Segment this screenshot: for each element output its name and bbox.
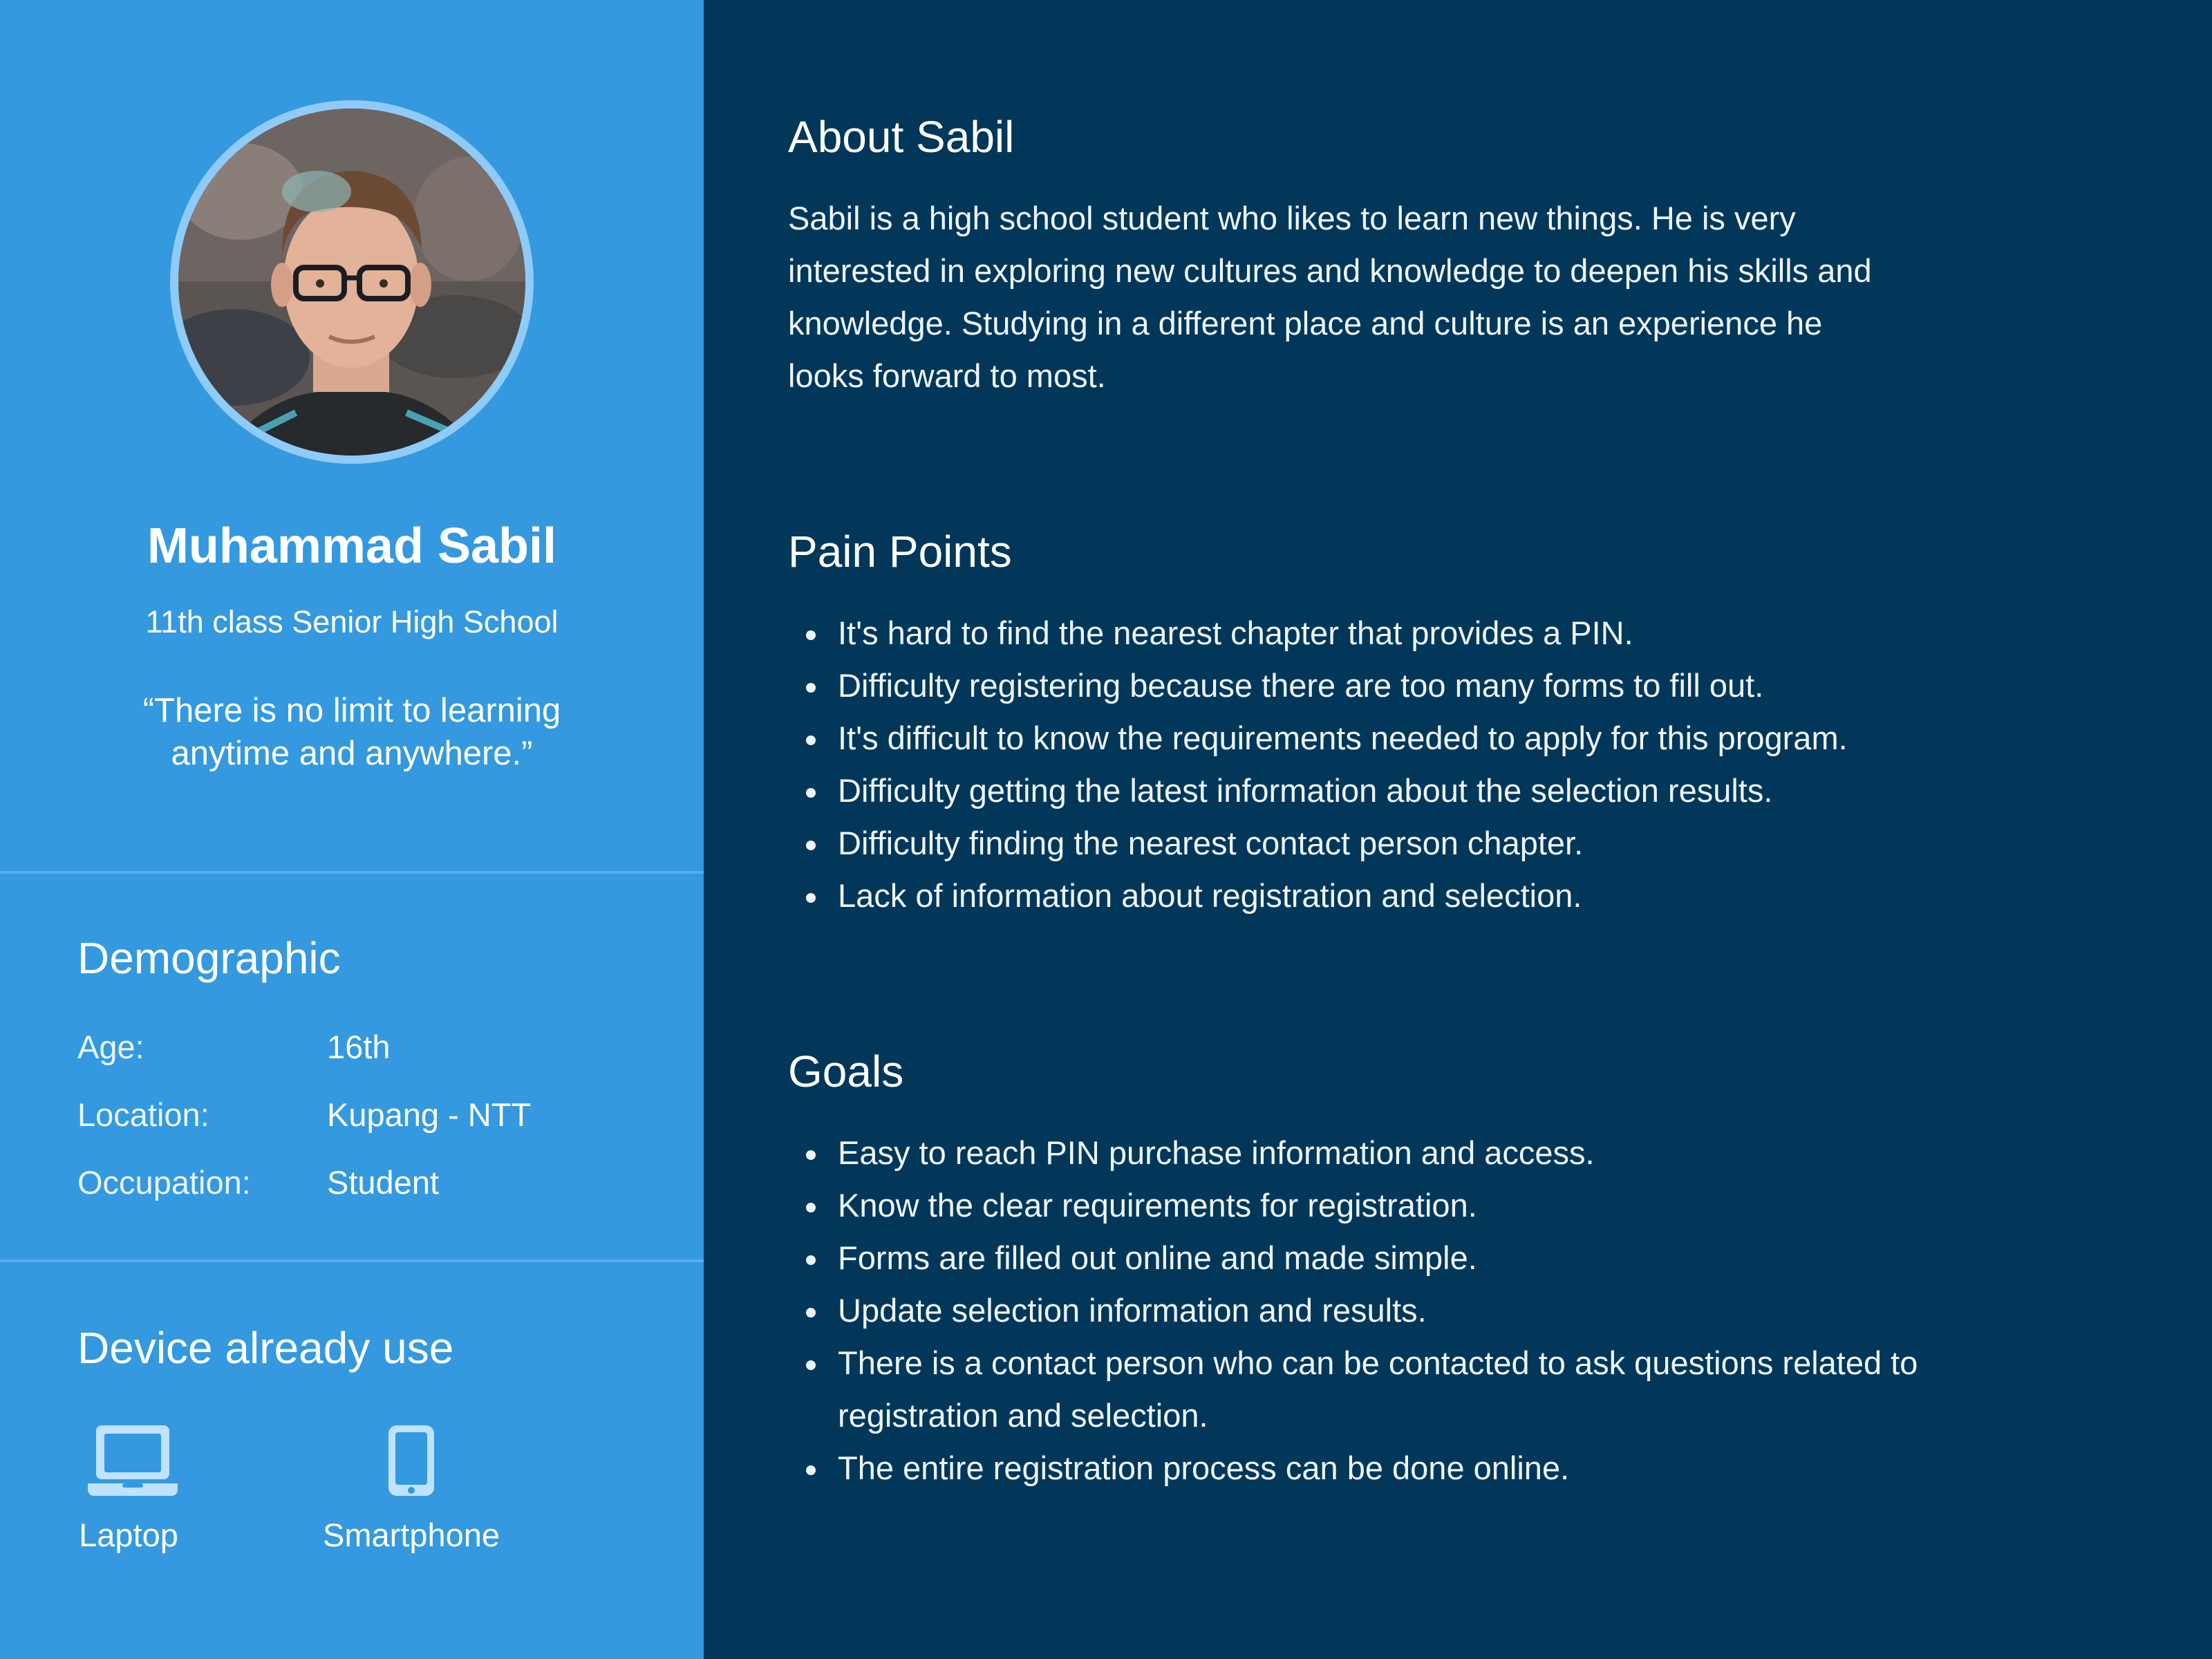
persona-name: Muhammad Sabil xyxy=(147,518,557,574)
smartphone-icon xyxy=(315,1424,508,1501)
about-line: looks forward to most. xyxy=(788,357,1106,394)
about-line: knowledge. Studying in a different place… xyxy=(788,305,1823,341)
list-item: Difficulty registering because there are… xyxy=(806,659,2165,712)
devices-title: Device already use xyxy=(77,1323,454,1373)
demographic-value-location: Kupang - NTT xyxy=(327,1096,532,1133)
list-item: Update selection information and results… xyxy=(806,1284,2165,1337)
goals-list: Easy to reach PIN purchase information a… xyxy=(788,1127,2165,1494)
device-laptop: Laptop xyxy=(77,1424,188,1556)
pain-points-title: Pain Points xyxy=(788,527,1012,577)
device-label-laptop: Laptop xyxy=(79,1517,178,1553)
list-item: Know the clear requirements for registra… xyxy=(806,1179,2165,1232)
avatar-photo xyxy=(178,109,525,456)
quote-line: “There is no limit to learning xyxy=(142,692,561,729)
demographic-label-location: Location: xyxy=(77,1096,209,1133)
about-line: interested in exploring new cultures and… xyxy=(788,252,1872,289)
avatar xyxy=(178,109,525,456)
about-title: About Sabil xyxy=(788,112,1015,162)
demographic-value-age: 16th xyxy=(327,1029,391,1065)
profile-sidebar: Muhammad Sabil 11th class Senior High Sc… xyxy=(0,0,704,1659)
demographic-label-occupation: Occupation: xyxy=(77,1164,251,1201)
persona-subtitle: 11th class Senior High School xyxy=(145,604,559,639)
list-item: Lack of information about registration a… xyxy=(806,870,2165,922)
about-text: Sabil is a high school student who likes… xyxy=(788,192,2046,402)
quote-line: anytime and anywhere.” xyxy=(171,735,533,772)
avatar-ring xyxy=(170,100,534,464)
about-line: Sabil is a high school student who likes… xyxy=(788,200,1796,236)
list-item: Forms are filled out online and made sim… xyxy=(806,1232,2165,1284)
demographic-value-occupation: Student xyxy=(327,1164,440,1201)
list-item: Easy to reach PIN purchase information a… xyxy=(806,1127,2165,1179)
device-label-smartphone: Smartphone xyxy=(322,1517,500,1553)
list-item: Difficulty getting the latest informatio… xyxy=(806,765,2165,817)
demographic-label-age: Age: xyxy=(77,1029,144,1065)
device-smartphone: Smartphone xyxy=(315,1424,508,1556)
divider xyxy=(0,1259,704,1262)
goals-title: Goals xyxy=(788,1047,904,1096)
laptop-icon xyxy=(77,1424,188,1501)
persona-quote: “There is no limit to learning anytime a… xyxy=(104,689,600,775)
list-item-continuation: registration and selection. xyxy=(838,1397,1208,1434)
list-item: It's difficult to know the requirements … xyxy=(806,712,2165,765)
pain-points-list: It's hard to find the nearest chapter th… xyxy=(788,607,2165,922)
list-item: There is a contact person who can be con… xyxy=(806,1337,2165,1389)
list-item: Difficulty finding the nearest contact p… xyxy=(806,817,2165,870)
persona-details: About Sabil Sabil is a high school stude… xyxy=(704,0,2212,1659)
list-item: It's hard to find the nearest chapter th… xyxy=(806,607,2165,659)
list-item: The entire registration process can be d… xyxy=(806,1442,2165,1494)
divider xyxy=(0,871,704,874)
demographic-title: Demographic xyxy=(77,933,341,983)
